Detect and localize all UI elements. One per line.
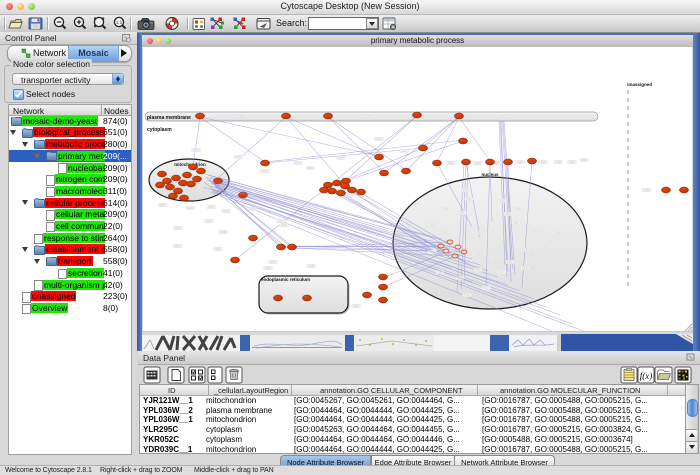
- svg-text:unassigned: unassigned: [627, 82, 652, 87]
- svg-text:endoplasmic reticulum: endoplasmic reticulum: [261, 277, 310, 282]
- svg-text:1:1: 1:1: [116, 20, 123, 25]
- svg-text:plasma membrane: plasma membrane: [147, 115, 191, 121]
- svg-text:f(x): f(x): [640, 371, 653, 381]
- svg-text:cytoplasm: cytoplasm: [147, 127, 172, 133]
